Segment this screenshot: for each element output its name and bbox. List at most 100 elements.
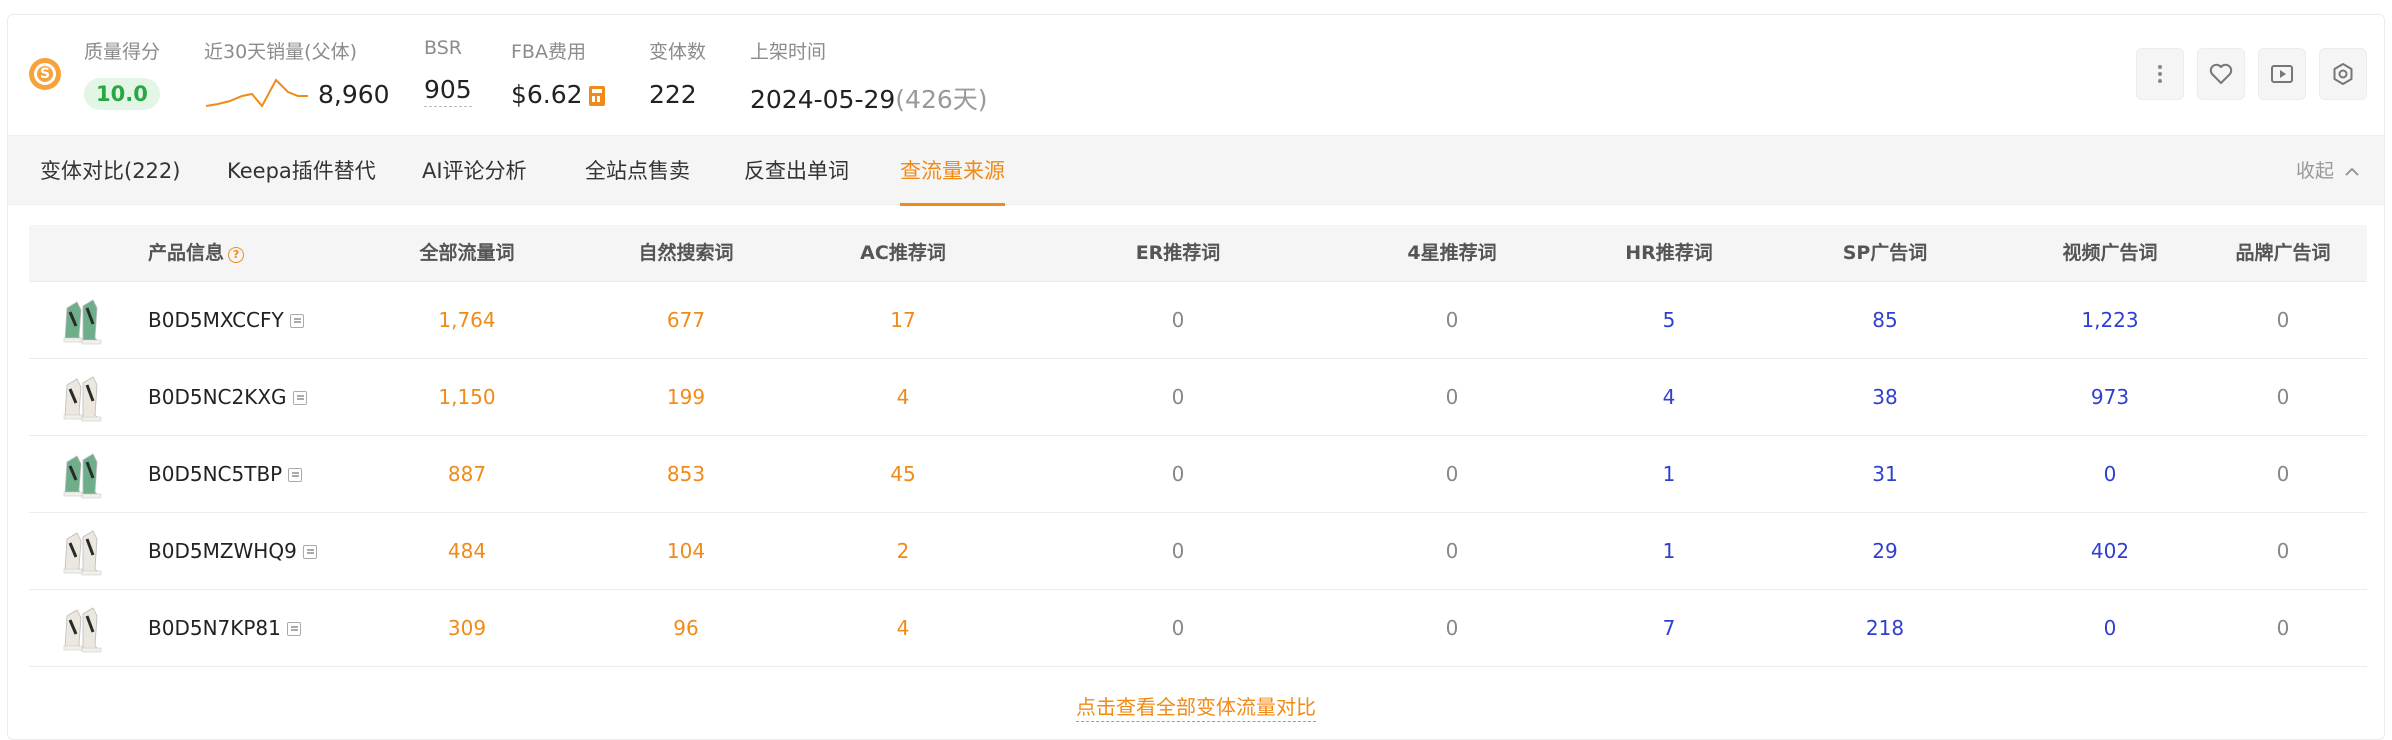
- asin: B0D5MXCCFY: [148, 282, 304, 359]
- col-4star: 4星推荐词: [1407, 242, 1497, 264]
- asin-text[interactable]: B0D5NC2KXG: [148, 385, 287, 409]
- view-all-variants-link[interactable]: 点击查看全部变体流量对比: [8, 691, 2384, 722]
- favorite-button[interactable]: [2197, 48, 2245, 100]
- tab-ai-review[interactable]: AI评论分析: [422, 136, 527, 206]
- product-thumbnail[interactable]: [57, 604, 107, 654]
- tab-variant-compare[interactable]: 变体对比(222): [40, 136, 180, 206]
- cell-ac[interactable]: 17: [890, 282, 915, 359]
- cell-er: 0: [1171, 462, 1185, 486]
- cell-all-traffic[interactable]: 309: [448, 590, 486, 667]
- copy-icon[interactable]: [292, 391, 307, 405]
- cell-hr[interactable]: 4: [1663, 359, 1676, 436]
- cell-all-traffic[interactable]: 887: [448, 436, 486, 513]
- tab-bar: 变体对比(222) Keepa插件替代 AI评论分析 全站点售卖 反查出单词 查…: [8, 135, 2384, 206]
- cell-video-ad[interactable]: 0: [2104, 590, 2117, 667]
- product-thumbnail[interactable]: [57, 296, 107, 346]
- bsr-value[interactable]: 905: [424, 75, 472, 107]
- table-row: B0D5NC2KXG 1,150 199 4 0 0 4 38 973 0: [29, 359, 2367, 436]
- variant-count-value: 222: [649, 80, 697, 109]
- tab-traffic-source[interactable]: 查流量来源: [900, 136, 1005, 206]
- cell-sp[interactable]: 218: [1866, 590, 1904, 667]
- col-video-ad: 视频广告词: [2062, 242, 2158, 264]
- col-er: ER推荐词: [1135, 242, 1221, 264]
- col-hr: HR推荐词: [1625, 242, 1713, 264]
- table-row: B0D5N7KP81 309 96 4 0 0 7 218 0 0: [29, 590, 2367, 667]
- asin-text[interactable]: B0D5MZWHQ9: [148, 539, 297, 563]
- cell-ac[interactable]: 4: [897, 359, 910, 436]
- help-icon[interactable]: ?: [228, 247, 245, 263]
- cell-video-ad[interactable]: 0: [2104, 436, 2117, 513]
- asin-text[interactable]: B0D5NC5TBP: [148, 462, 282, 486]
- copy-icon[interactable]: [302, 545, 317, 559]
- cell-all-traffic[interactable]: 484: [448, 513, 486, 590]
- cell-organic[interactable]: 677: [667, 282, 705, 359]
- asin: B0D5MZWHQ9: [148, 513, 317, 590]
- cell-brand-ad: 0: [2276, 539, 2290, 563]
- col-product-info-label: 产品信息: [148, 242, 225, 264]
- asin: B0D5NC5TBP: [148, 436, 303, 513]
- tab-reverse-keywords[interactable]: 反查出单词: [744, 136, 849, 206]
- cell-er: 0: [1171, 539, 1185, 563]
- variant-count: 变体数 222: [649, 37, 706, 109]
- tab-keepa[interactable]: Keepa插件替代: [227, 136, 376, 206]
- traffic-table: 产品信息? 全部流量词 自然搜索词 AC推荐词 ER推荐词 4星推荐词 HR推荐…: [29, 225, 2367, 667]
- quality-score: 质量得分 10.0: [84, 37, 160, 110]
- cell-brand-ad: 0: [2276, 385, 2290, 409]
- cell-ac[interactable]: 45: [890, 436, 915, 513]
- calculator-icon[interactable]: [588, 86, 605, 106]
- cell-hr[interactable]: 1: [1663, 513, 1676, 590]
- cell-brand-ad: 0: [2276, 616, 2290, 640]
- settings-icon: [2333, 63, 2353, 85]
- cell-er: 0: [1171, 616, 1185, 640]
- cell-video-ad[interactable]: 973: [2091, 359, 2129, 436]
- cell-video-ad[interactable]: 1,223: [2081, 282, 2138, 359]
- product-card: S 质量得分 10.0 近30天销量(父体) 8,960 BSR 905 FBA…: [7, 14, 2385, 740]
- video-button[interactable]: [2258, 48, 2306, 100]
- cell-organic[interactable]: 199: [667, 359, 705, 436]
- product-thumbnail[interactable]: [57, 373, 107, 423]
- copy-icon[interactable]: [288, 468, 303, 482]
- sales-sparkline-icon[interactable]: [204, 76, 310, 112]
- cell-brand-ad: 0: [2276, 462, 2290, 486]
- table-row: B0D5MZWHQ9 484 104 2 0 0 1 29 402 0: [29, 513, 2367, 590]
- collapse-button[interactable]: 收起: [2296, 136, 2360, 206]
- fba-fee: FBA费用 $6.62: [511, 37, 605, 109]
- settings-button[interactable]: [2319, 48, 2367, 100]
- cell-sp[interactable]: 29: [1872, 513, 1897, 590]
- product-thumbnail[interactable]: [57, 450, 107, 500]
- cell-hr[interactable]: 7: [1663, 590, 1676, 667]
- product-thumbnail[interactable]: [57, 527, 107, 577]
- cell-4star: 0: [1445, 462, 1459, 486]
- cell-organic[interactable]: 853: [667, 436, 705, 513]
- cell-4star: 0: [1445, 385, 1459, 409]
- cell-4star: 0: [1445, 616, 1459, 640]
- cell-hr[interactable]: 5: [1663, 282, 1676, 359]
- more-vertical-icon: [2158, 65, 2162, 83]
- cell-hr[interactable]: 1: [1663, 436, 1676, 513]
- cell-organic[interactable]: 96: [673, 590, 698, 667]
- asin-text[interactable]: B0D5N7KP81: [148, 616, 281, 640]
- fba-fee-value: $6.62: [511, 80, 583, 109]
- asin: B0D5N7KP81: [148, 590, 301, 667]
- cell-all-traffic[interactable]: 1,150: [438, 359, 495, 436]
- cell-er: 0: [1171, 308, 1185, 332]
- cell-ac[interactable]: 4: [897, 590, 910, 667]
- quality-score-label: 质量得分: [84, 41, 161, 63]
- cell-sp[interactable]: 38: [1872, 359, 1897, 436]
- cell-4star: 0: [1445, 539, 1459, 563]
- copy-icon[interactable]: [286, 622, 301, 636]
- tab-all-sites[interactable]: 全站点售卖: [585, 136, 690, 206]
- stats-bar: S 质量得分 10.0 近30天销量(父体) 8,960 BSR 905 FBA…: [8, 15, 2384, 135]
- asin-text[interactable]: B0D5MXCCFY: [148, 308, 284, 332]
- view-all-variants-label: 点击查看全部变体流量对比: [1076, 695, 1316, 722]
- cell-sp[interactable]: 31: [1872, 436, 1897, 513]
- cell-brand-ad: 0: [2276, 308, 2290, 332]
- cell-ac[interactable]: 2: [897, 513, 910, 590]
- cell-all-traffic[interactable]: 1,764: [438, 282, 495, 359]
- cell-sp[interactable]: 85: [1872, 282, 1897, 359]
- copy-icon[interactable]: [289, 314, 304, 328]
- cell-organic[interactable]: 104: [667, 513, 705, 590]
- cell-video-ad[interactable]: 402: [2091, 513, 2129, 590]
- more-button[interactable]: [2136, 48, 2184, 100]
- col-organic: 自然搜索词: [638, 242, 734, 264]
